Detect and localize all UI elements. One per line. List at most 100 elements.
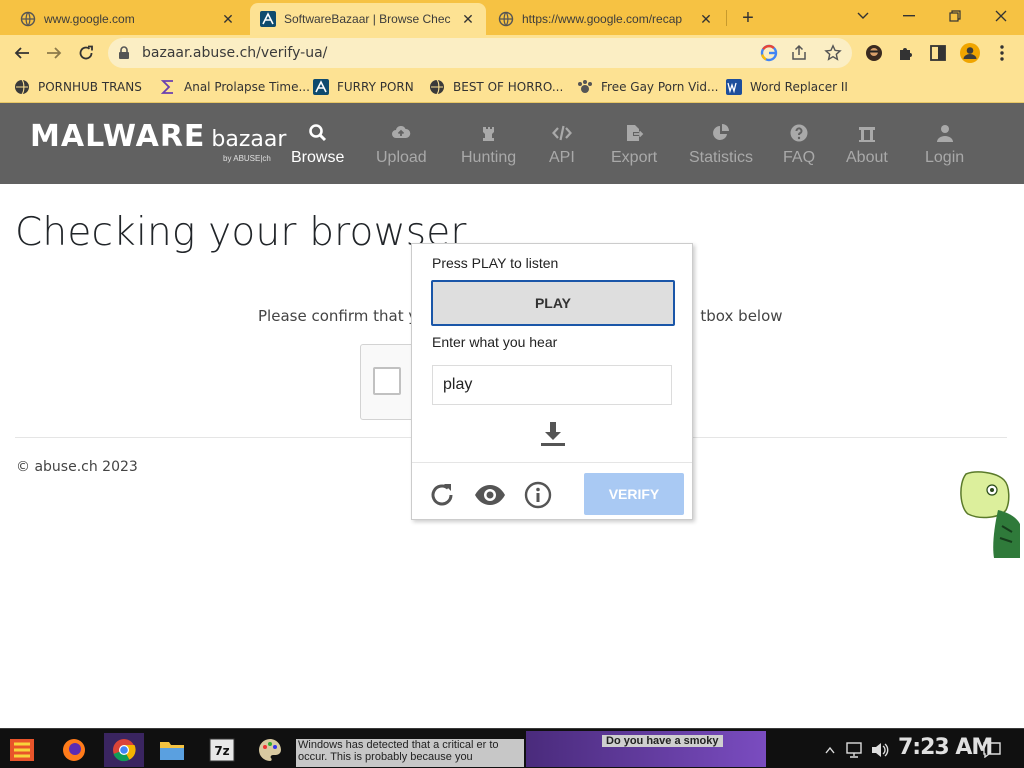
- taskbar-7zip[interactable]: 7z: [204, 733, 240, 767]
- nav-label: API: [549, 149, 575, 166]
- minimize-button[interactable]: [886, 0, 932, 32]
- palette-icon: [259, 739, 281, 761]
- puzzle-icon: [900, 48, 912, 60]
- bookmark-label: Free Gay Porn Vid...: [601, 80, 719, 94]
- tab-title: https://www.google.com/recap: [522, 12, 683, 26]
- taskbar-firefox[interactable]: [56, 733, 92, 767]
- tray-overflow-button[interactable]: [820, 733, 840, 767]
- arrow-left-icon: [14, 47, 29, 59]
- side-panel-button[interactable]: [926, 41, 950, 65]
- nav-label: About: [846, 149, 888, 166]
- back-button[interactable]: [8, 39, 36, 67]
- nav-login[interactable]: Login: [925, 123, 964, 167]
- eye-icon[interactable]: [474, 481, 506, 509]
- star-icon[interactable]: [824, 44, 842, 62]
- tab-title: SoftwareBazaar | Browse Chec: [284, 12, 451, 26]
- word-replacer-icon: [726, 79, 742, 95]
- window-close-button[interactable]: [978, 0, 1024, 32]
- confirm-text-right: tbox below: [700, 307, 783, 325]
- mascot-character-icon: [960, 471, 1020, 558]
- kebab-menu-icon: [1000, 45, 1004, 61]
- close-icon: [995, 10, 1007, 22]
- restore-button[interactable]: [932, 0, 978, 32]
- chevron-down-icon: [857, 12, 869, 19]
- nav-statistics[interactable]: Statistics: [689, 123, 753, 167]
- bookmark-item[interactable]: Free Gay Porn Vid...: [577, 78, 718, 96]
- logo-main: MALWARE: [30, 119, 206, 154]
- tray-volume[interactable]: [868, 733, 892, 767]
- share-icon[interactable]: [790, 44, 808, 62]
- taskbar-file-explorer[interactable]: [154, 733, 190, 767]
- address-url[interactable]: bazaar.abuse.ch/verify-ua/: [142, 45, 327, 61]
- nav-upload[interactable]: Upload: [376, 123, 427, 167]
- search-icon: [308, 124, 326, 142]
- chevron-up-icon: [825, 746, 835, 754]
- download-icon[interactable]: [540, 420, 566, 448]
- verify-button[interactable]: VERIFY: [584, 473, 684, 515]
- new-tab-button[interactable]: +: [736, 6, 760, 30]
- browser-toolbar: bazaar.abuse.ch/verify-ua/: [0, 35, 1024, 71]
- tab-recaptcha[interactable]: https://www.google.com/recap ✕: [488, 3, 724, 35]
- nav-faq[interactable]: FAQ: [783, 123, 815, 167]
- globe-icon: [498, 11, 514, 27]
- tray-network[interactable]: [842, 733, 866, 767]
- info-icon[interactable]: [524, 481, 552, 509]
- close-icon[interactable]: ✕: [698, 11, 714, 27]
- bookmark-item[interactable]: Word Replacer II: [726, 78, 848, 96]
- tray-notifications[interactable]: [980, 733, 1004, 767]
- tab-search-button[interactable]: [840, 0, 886, 32]
- address-bar[interactable]: bazaar.abuse.ch/verify-ua/: [108, 38, 852, 68]
- browser-menu-button[interactable]: [990, 41, 1014, 65]
- tab-google[interactable]: www.google.com ✕: [10, 3, 246, 35]
- audio-response-input[interactable]: [432, 365, 672, 405]
- pie-chart-icon: [713, 124, 729, 140]
- sigma-icon: [160, 80, 173, 94]
- start-logo-icon: [10, 739, 34, 761]
- banner-text: Do you have a smoky: [602, 735, 723, 747]
- nav-export[interactable]: Export: [611, 123, 657, 167]
- nav-api[interactable]: API: [549, 123, 575, 167]
- nav-label: Browse: [291, 149, 345, 166]
- tab-softwarebazaar[interactable]: SoftwareBazaar | Browse Chec ✕: [250, 3, 486, 35]
- nav-hunting[interactable]: Hunting: [461, 123, 516, 167]
- play-button[interactable]: PLAY: [431, 280, 675, 326]
- bookmark-label: FURRY PORN: [337, 80, 414, 94]
- network-icon: [846, 742, 862, 758]
- bookmark-item[interactable]: PORNHUB TRANS: [14, 78, 142, 96]
- nav-about[interactable]: About: [846, 123, 888, 167]
- reload-button[interactable]: [72, 39, 100, 67]
- taskbar-clock[interactable]: 7:23 AM: [898, 735, 993, 760]
- bookmark-label: Word Replacer II: [750, 80, 848, 94]
- tab-separator: [726, 10, 727, 26]
- play-instruction: Press PLAY to listen: [432, 255, 559, 271]
- copyright: © abuse.ch 2023: [16, 459, 138, 475]
- logo-by: by ABUSE|ch: [223, 154, 271, 163]
- start-button[interactable]: [4, 733, 40, 767]
- profile-button[interactable]: [958, 41, 982, 65]
- tab-strip: www.google.com ✕ SoftwareBazaar | Browse…: [0, 0, 1024, 35]
- svg-text:7z: 7z: [214, 744, 229, 758]
- close-icon[interactable]: ✕: [220, 11, 236, 27]
- arrow-right-icon: [47, 47, 62, 59]
- close-icon[interactable]: ✕: [460, 11, 476, 27]
- nav-browse[interactable]: Browse: [291, 123, 344, 167]
- profile-icon: [960, 43, 980, 63]
- recaptcha-checkbox[interactable]: [373, 367, 401, 395]
- nav-label: Statistics: [689, 149, 754, 166]
- site-logo[interactable]: MALWARE bazaar by ABUSE|ch: [30, 119, 286, 163]
- bookmark-item[interactable]: Anal Prolapse Time...: [160, 78, 310, 96]
- forward-button[interactable]: [40, 39, 68, 67]
- bookmark-item[interactable]: FURRY PORN: [313, 78, 414, 96]
- google-icon[interactable]: [760, 44, 778, 62]
- side-panel-icon: [930, 45, 946, 61]
- globe-icon: [430, 79, 444, 95]
- lock-icon[interactable]: [118, 46, 130, 60]
- nav-label: Hunting: [461, 149, 517, 166]
- bookmark-item[interactable]: BEST OF HORRO...: [429, 78, 563, 96]
- reload-icon[interactable]: [428, 481, 456, 509]
- paw-icon: [578, 80, 592, 93]
- extensions-button[interactable]: [894, 41, 918, 65]
- taskbar-chrome[interactable]: [104, 733, 144, 767]
- taskbar-paint[interactable]: [252, 733, 288, 767]
- extension-avatar-button[interactable]: [862, 41, 886, 65]
